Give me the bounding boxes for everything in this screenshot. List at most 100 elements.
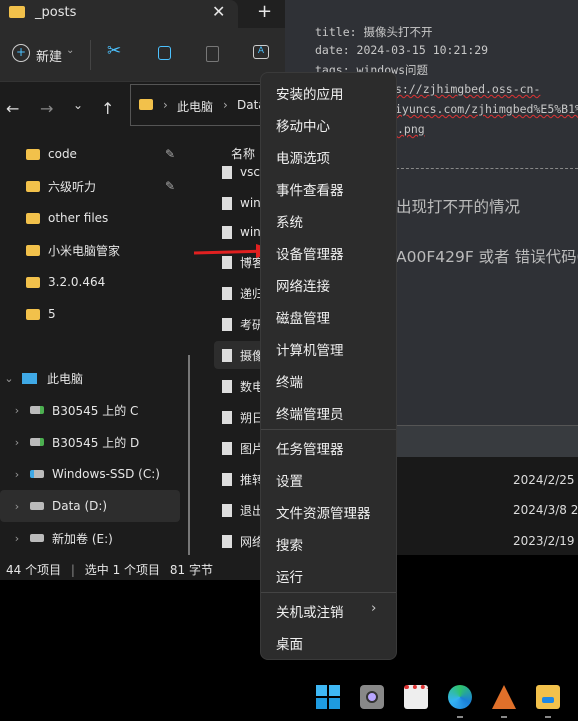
file-name: win	[240, 196, 261, 210]
divider	[90, 40, 91, 70]
sidebar-item-label: 3.2.0.464	[48, 275, 106, 289]
menu-separator	[261, 592, 396, 593]
pin-icon: ✎	[165, 147, 176, 161]
markdown-file-icon	[222, 410, 232, 424]
menu-item[interactable]: 设置	[276, 470, 303, 490]
chevron-down-icon[interactable]: ⌄	[2, 372, 16, 385]
sidebar-item-label: 5	[48, 307, 56, 321]
sidebar-item-label: Data (D:)	[52, 499, 108, 513]
menu-item[interactable]: 计算机管理	[276, 339, 344, 359]
cut-icon[interactable]: ✂	[107, 41, 121, 61]
up-icon[interactable]: ↑	[101, 99, 114, 118]
matlab-icon[interactable]	[492, 685, 516, 709]
tab-title: _posts	[35, 5, 77, 20]
chevron-right-icon[interactable]: ›	[10, 436, 24, 449]
back-icon[interactable]: ←	[6, 99, 19, 118]
menu-item[interactable]: 设备管理器	[276, 243, 344, 263]
front-matter-divider	[396, 168, 578, 169]
sidebar-item-cet6[interactable]: 六级听力 ✎	[0, 170, 180, 202]
markdown-file-icon	[222, 472, 232, 486]
breadcrumb-this-pc[interactable]: 此电脑	[177, 98, 213, 115]
network-drive-icon	[30, 438, 44, 446]
sidebar-item-version[interactable]: 3.2.0.464	[0, 266, 180, 298]
chevron-right-icon[interactable]: ›	[10, 532, 24, 545]
rename-icon[interactable]: A	[253, 45, 269, 59]
chevron-right-icon[interactable]: ›	[10, 468, 24, 481]
markdown-file-icon	[222, 165, 232, 179]
new-tab-icon[interactable]: +	[257, 1, 272, 22]
menu-item[interactable]: 终端管理员	[276, 403, 344, 423]
menu-item[interactable]: 文件资源管理器	[276, 502, 371, 522]
date-modified: 2024/3/8 20	[513, 503, 578, 517]
chevron-down-icon: ⌄	[66, 45, 75, 56]
drive-icon	[30, 502, 44, 510]
selected-count: 选中 1 个项目	[84, 563, 161, 577]
front-matter-url-line: .png	[397, 122, 425, 136]
menu-item[interactable]: 磁盘管理	[276, 307, 330, 327]
file-explorer-icon[interactable]	[536, 685, 560, 709]
sidebar-item-label: 六级听力	[48, 179, 97, 194]
front-matter-url-line: iyuncs.com/zjhimgbed%E5%B1%	[395, 102, 578, 116]
menu-item[interactable]: 系统	[276, 211, 303, 231]
folder-icon	[9, 6, 25, 18]
markdown-file-icon	[222, 196, 232, 210]
sidebar-item-other-files[interactable]: other files	[0, 202, 180, 234]
sidebar-item-label: Windows-SSD (C:)	[52, 467, 160, 481]
sidebar-item-drive[interactable]: › B30545 上的 C	[0, 394, 180, 426]
running-indicator	[457, 716, 463, 718]
snipping-tool-icon[interactable]	[404, 685, 428, 709]
edge-icon[interactable]	[448, 685, 472, 709]
front-matter-title: title: 摄像头打不开	[315, 25, 433, 39]
date-modified: 2024/2/25 8	[513, 473, 578, 487]
tab-bar: _posts ✕ +	[0, 0, 285, 28]
sidebar-item-5[interactable]: 5	[0, 298, 180, 330]
camera-icon[interactable]	[360, 685, 384, 709]
chevron-right-icon: ›	[163, 98, 168, 112]
menu-item[interactable]: 关机或注销	[276, 601, 344, 621]
sidebar-item-code[interactable]: code ✎	[0, 138, 180, 170]
drive-icon	[30, 534, 44, 542]
close-icon[interactable]: ✕	[212, 2, 225, 21]
windows-start-icon[interactable]	[316, 685, 340, 709]
menu-item[interactable]: 运行	[276, 566, 303, 586]
taskbar	[0, 672, 578, 721]
sidebar-item-drive[interactable]: › Data (D:)	[0, 490, 180, 522]
paste-icon[interactable]	[206, 46, 219, 62]
folder-icon	[26, 244, 40, 256]
chevron-right-icon[interactable]: ›	[10, 404, 24, 417]
file-name: win	[240, 225, 261, 239]
selected-size: 81 字节	[169, 563, 213, 577]
folder-icon	[26, 212, 40, 224]
menu-item[interactable]: 桌面	[276, 633, 303, 653]
sidebar-item-xiaomi[interactable]: 小米电脑管家	[0, 234, 180, 266]
menu-item[interactable]: 搜索	[276, 534, 303, 554]
menu-item[interactable]: 网络连接	[276, 275, 330, 295]
folder-icon	[26, 308, 40, 320]
markdown-file-icon	[222, 441, 232, 455]
menu-item[interactable]: 移动中心	[276, 115, 330, 135]
sidebar-item-this-pc[interactable]: ⌄ 此电脑	[0, 362, 180, 394]
new-button[interactable]: 新建	[36, 46, 62, 65]
menu-item[interactable]: 终端	[276, 371, 303, 391]
file-explorer-window: _posts ✕ + + 新建 ⌄ ✂ A ← → ⌄ ↑ › 此电脑 › Da…	[0, 0, 290, 580]
running-indicator	[545, 716, 551, 718]
sidebar-item-drive[interactable]: › Windows-SSD (C:)	[0, 458, 180, 490]
forward-icon[interactable]: →	[40, 99, 53, 118]
chevron-right-icon[interactable]: ›	[10, 500, 24, 513]
recent-chevron-icon[interactable]: ⌄	[73, 98, 83, 112]
copy-icon[interactable]	[158, 46, 171, 60]
tab-posts[interactable]: _posts ✕	[0, 0, 238, 28]
sidebar-scrollbar[interactable]	[188, 355, 190, 555]
sidebar-item-drive[interactable]: › 新加卷 (E:)	[0, 522, 180, 554]
date-modified: 2023/2/19 1	[513, 534, 578, 548]
menu-item[interactable]: 安装的应用	[276, 83, 344, 103]
sidebar-item-drive[interactable]: › B30545 上的 D	[0, 426, 180, 458]
sidebar-item-label: other files	[48, 211, 109, 225]
menu-item[interactable]: 事件查看器	[276, 179, 344, 199]
computer-icon	[22, 372, 37, 384]
menu-item[interactable]: 电源选项	[276, 147, 330, 167]
sidebar-item-label: code	[48, 147, 77, 161]
pin-icon: ✎	[165, 179, 176, 193]
heading: 出现打不开的情况	[396, 198, 521, 216]
menu-item[interactable]: 任务管理器	[276, 438, 344, 458]
